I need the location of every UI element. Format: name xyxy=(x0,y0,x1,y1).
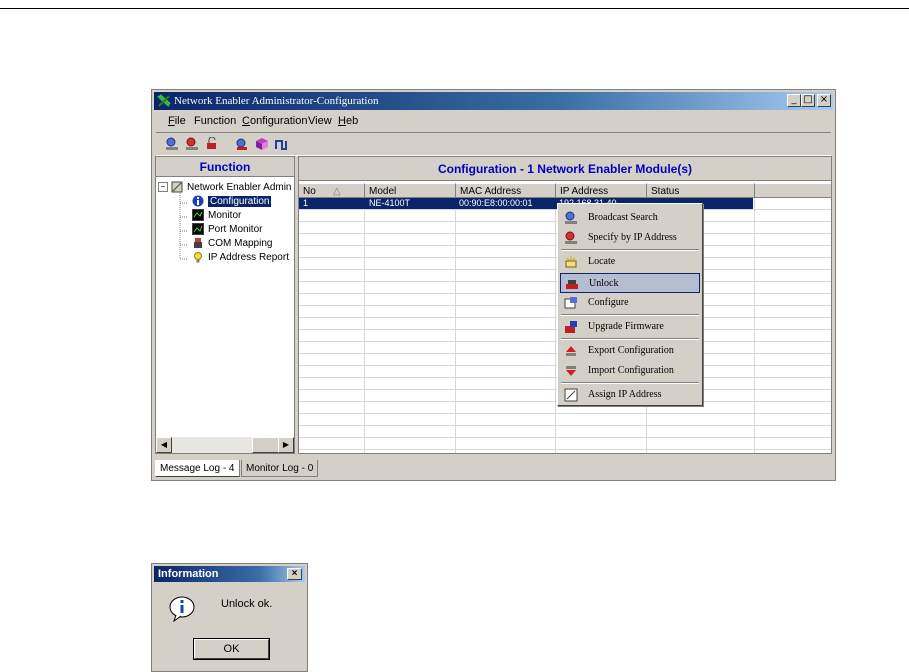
page-rule xyxy=(0,8,909,9)
info-icon xyxy=(192,195,204,207)
menu-item-import-config[interactable]: Import Configuration xyxy=(560,361,700,381)
locate-icon xyxy=(565,256,577,268)
root-icon xyxy=(171,181,183,193)
import-icon xyxy=(566,366,576,376)
cell-no: 1 xyxy=(303,198,309,208)
tab-monitor-log[interactable]: Monitor Log - 0 xyxy=(241,460,319,477)
close-button[interactable]: × xyxy=(817,94,831,107)
col-header-no[interactable]: No △ xyxy=(299,183,365,198)
menu-help[interactable]: Heb xyxy=(338,112,358,130)
log-tabs: Message Log - 4 Monitor Log - 0 xyxy=(155,458,832,478)
tree-item-port-monitor[interactable]: Port Monitor xyxy=(192,223,262,237)
menubar: File Function Configuration View Heb xyxy=(156,112,831,130)
tree-hscrollbar[interactable]: ◀ ▶ xyxy=(156,437,294,453)
info-icon xyxy=(169,596,195,623)
unlock-icon xyxy=(566,280,578,289)
tab-message-log[interactable]: Message Log - 4 xyxy=(155,460,240,477)
col-header-filler xyxy=(755,183,831,198)
menu-separator xyxy=(561,382,699,384)
broadcast-search-icon[interactable] xyxy=(164,137,180,151)
menu-separator xyxy=(561,338,699,340)
configure-icon xyxy=(564,297,577,309)
specify-ip-icon[interactable] xyxy=(184,137,200,151)
menu-item-unlock[interactable]: Unlock xyxy=(560,273,700,293)
col-header-mac[interactable]: MAC Address xyxy=(456,183,556,198)
menu-separator xyxy=(561,314,699,316)
port-icon[interactable] xyxy=(274,137,290,151)
scroll-right-arrow[interactable]: ▶ xyxy=(278,437,294,453)
collapse-icon[interactable]: − xyxy=(158,182,168,193)
col-header-ip[interactable]: IP Address xyxy=(556,183,647,198)
main-window: Network Enabler Administrator-Configurat… xyxy=(151,89,836,481)
function-tree: − Network Enabler Admin Configuration Mon… xyxy=(156,177,294,437)
col-header-model[interactable]: Model xyxy=(365,183,456,198)
toolbar xyxy=(156,132,831,156)
menu-item-locate[interactable]: Locate xyxy=(560,252,700,272)
menu-item-assign-ip[interactable]: Assign IP Address xyxy=(560,385,700,405)
locate-icon[interactable] xyxy=(234,137,250,151)
grid-vline xyxy=(754,198,755,453)
broadcast-search-icon xyxy=(565,211,577,224)
app-icon xyxy=(157,94,171,107)
dialog-message: Unlock ok. xyxy=(221,598,273,610)
upgrade-firmware-icon xyxy=(565,321,577,333)
unlock-icon[interactable] xyxy=(204,137,220,151)
grid-vline xyxy=(455,198,456,453)
function-pane-header: Function xyxy=(156,157,294,177)
menu-separator xyxy=(561,249,699,251)
grid-vline xyxy=(555,198,556,453)
dialog-titlebar[interactable]: Information × xyxy=(154,566,305,582)
configure-icon[interactable] xyxy=(254,137,270,151)
information-dialog: Information × Unlock ok. OK xyxy=(151,563,308,672)
com-mapping-icon xyxy=(194,238,202,249)
menu-item-export-config[interactable]: Export Configuration xyxy=(560,341,700,361)
menu-item-configure[interactable]: Configure xyxy=(560,293,700,313)
cell-model: NE-4100T xyxy=(369,198,411,208)
window-title: Network Enabler Administrator-Configurat… xyxy=(174,95,379,107)
menu-item-upgrade-firmware[interactable]: Upgrade Firmware xyxy=(560,317,700,337)
col-header-status[interactable]: Status xyxy=(647,183,755,198)
export-icon xyxy=(566,346,576,356)
context-menu: Broadcast Search Specify by IP Address L… xyxy=(557,203,703,406)
function-pane: Function − Network Enabler Admin Configur… xyxy=(155,156,295,454)
tree-item-configuration[interactable]: Configuration xyxy=(192,195,272,209)
tree-item-ip-report[interactable]: IP Address Report xyxy=(192,251,289,265)
menu-item-specify-ip[interactable]: Specify by IP Address xyxy=(560,228,700,248)
tree-root[interactable]: − Network Enabler Admin xyxy=(158,181,292,195)
ok-button[interactable]: OK xyxy=(193,638,270,660)
maximize-button[interactable]: □ xyxy=(801,94,815,107)
menu-file[interactable]: File xyxy=(168,112,186,130)
port-monitor-icon xyxy=(192,223,204,236)
tree-item-monitor[interactable]: Monitor xyxy=(192,209,241,223)
menu-configuration[interactable]: Configuration xyxy=(242,112,307,130)
assign-ip-icon xyxy=(564,388,578,402)
tree-item-com-mapping[interactable]: COM Mapping xyxy=(192,237,272,251)
scroll-left-arrow[interactable]: ◀ xyxy=(156,437,172,453)
dialog-title: Information xyxy=(158,568,219,580)
window-titlebar[interactable]: Network Enabler Administrator-Configurat… xyxy=(154,92,833,110)
scroll-thumb[interactable] xyxy=(252,437,280,453)
menu-view[interactable]: View xyxy=(308,112,332,130)
grid-vline xyxy=(364,198,365,453)
configuration-pane-header: Configuration - 1 Network Enabler Module… xyxy=(299,157,831,181)
monitor-icon xyxy=(192,209,204,222)
minimize-button[interactable]: _ xyxy=(787,94,801,107)
cell-mac: 00:90:E8:00:00:01 xyxy=(459,198,533,208)
sort-asc-icon: △ xyxy=(333,186,341,197)
menu-function[interactable]: Function xyxy=(194,112,236,130)
menu-item-broadcast-search[interactable]: Broadcast Search xyxy=(560,208,700,228)
specify-ip-icon xyxy=(565,231,577,244)
ip-report-icon xyxy=(194,252,202,263)
dialog-close-button[interactable]: × xyxy=(287,568,302,580)
